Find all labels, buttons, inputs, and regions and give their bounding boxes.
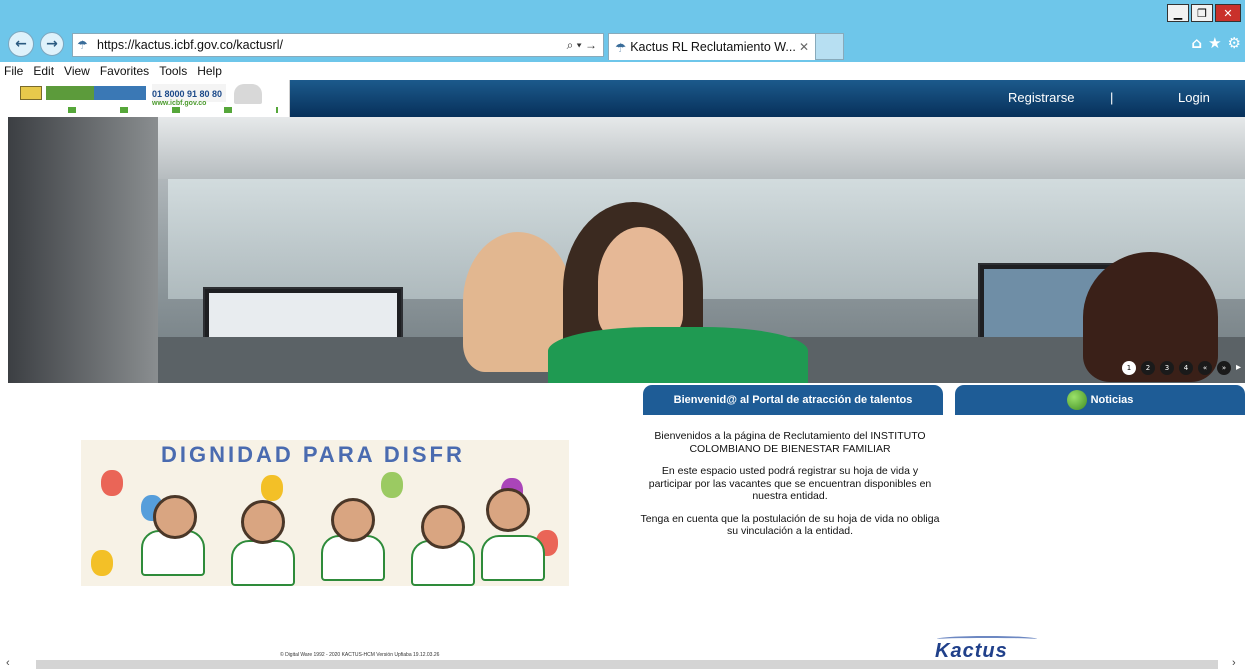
browser-titlebar: ▁ ❐ ✕ ← → ☂ https://kactus.icbf.gov.co/k… (0, 0, 1245, 62)
close-window-button[interactable]: ✕ (1215, 4, 1241, 22)
welcome-paragraph: Bienvenidos a la página de Reclutamiento… (654, 430, 926, 455)
menu-tools[interactable]: Tools (159, 64, 187, 78)
back-button[interactable]: ← (8, 31, 34, 57)
carousel-dot[interactable]: 3 (1159, 361, 1174, 375)
logo-green-block (46, 86, 94, 100)
address-bar[interactable]: ☂ https://kactus.icbf.gov.co/kactusrl/ ⌕… (72, 33, 604, 57)
settings-gear-icon[interactable]: ⚙ (1228, 34, 1241, 52)
logo-web: www.icbf.gov.co (152, 100, 207, 107)
social-links-strip (68, 107, 278, 113)
carousel-dot[interactable]: 2 (1140, 361, 1155, 375)
scroll-right-icon[interactable]: › (1232, 657, 1236, 669)
children-photo: DIGNIDAD PARA DISFR (81, 440, 569, 586)
news-icon (1066, 390, 1087, 410)
welcome-title: Bienvenid@ al Portal de atracción de tal… (673, 394, 913, 406)
kactus-swoosh-icon (937, 636, 1037, 642)
carousel-next-icon[interactable]: ▸ (1236, 361, 1241, 375)
kid-shirt (231, 540, 295, 586)
favorites-star-icon[interactable]: ★ (1208, 34, 1221, 52)
horizontal-scrollbar[interactable]: ‹ › (0, 657, 1245, 669)
news-panel-header[interactable]: Noticias (955, 385, 1245, 415)
carousel-dot[interactable]: 1 (1121, 361, 1136, 375)
address-url[interactable]: https://kactus.icbf.gov.co/kactusrl/ (97, 38, 567, 52)
menu-file[interactable]: File (4, 64, 23, 78)
bienestar-familiar-logo-icon (234, 84, 262, 104)
copyright-text: © Digital Ware 1992 - 2020 KACTUS-HCM Ve… (280, 652, 440, 658)
restore-button[interactable]: ❐ (1191, 4, 1213, 22)
register-link[interactable]: Registrarse (1008, 90, 1074, 105)
kids-banner: DIGNIDAD PARA DISFR (161, 442, 465, 467)
hero-person-vest (548, 327, 808, 383)
icbf-logo-banner[interactable]: 01 8000 91 80 80 www.icbf.gov.co (8, 80, 290, 117)
kid-face (486, 488, 530, 532)
news-title: Noticias (1090, 394, 1134, 406)
menu-bar: File Edit View Favorites Tools Help (0, 62, 1245, 79)
forward-button[interactable]: → (40, 32, 64, 56)
carousel-prev-button[interactable]: « (1197, 361, 1212, 375)
tab-favicon-icon: ☂ (615, 40, 627, 55)
kid-face (421, 505, 465, 549)
scrollbar-thumb[interactable] (36, 660, 1218, 669)
login-link[interactable]: Login (1178, 90, 1210, 105)
minimize-button[interactable]: ▁ (1167, 4, 1189, 22)
kid-face (241, 500, 285, 544)
browser-window: ▁ ❐ ✕ ← → ☂ https://kactus.icbf.gov.co/k… (0, 0, 1245, 669)
tab-title: Kactus RL Reclutamiento W... (630, 40, 796, 54)
tab-close-icon[interactable]: ✕ (799, 40, 809, 54)
welcome-paragraph: En este espacio usted podrá registrar su… (648, 465, 932, 502)
welcome-text: Bienvenidos a la página de Reclutamiento… (640, 430, 940, 548)
menu-favorites[interactable]: Favorites (100, 64, 149, 78)
handprint (381, 472, 403, 498)
hero-person-face (598, 227, 683, 337)
menu-edit[interactable]: Edit (33, 64, 54, 78)
home-icon[interactable]: ⌂ (1191, 34, 1202, 52)
search-go-icon[interactable]: ⌕ ▾ → (567, 38, 603, 53)
menu-help[interactable]: Help (197, 64, 222, 78)
carousel-controls: 1 2 3 4 « » ▸ (1121, 361, 1241, 375)
kid-face (153, 495, 197, 539)
welcome-paragraph: Tenga en cuenta que la postulación de su… (640, 512, 940, 538)
menu-view[interactable]: View (64, 64, 90, 78)
logo-blue-block (94, 86, 146, 100)
handprint (91, 550, 113, 576)
colombia-shield-icon (20, 86, 42, 100)
handprint (101, 470, 123, 496)
hero-photo: 1 2 3 4 « » ▸ (8, 117, 1245, 383)
site-header: 01 8000 91 80 80 www.icbf.gov.co Registr… (8, 80, 1245, 117)
handprint (261, 475, 283, 501)
kid-face (331, 498, 375, 542)
browser-tab[interactable]: ☂ Kactus RL Reclutamiento W... ✕ (608, 33, 816, 60)
browser-tools: ⌂ ★ ⚙ (1191, 34, 1241, 52)
site-icon: ☂ (77, 38, 88, 52)
window-controls: ▁ ❐ ✕ (1167, 4, 1241, 22)
welcome-panel-header: Bienvenid@ al Portal de atracción de tal… (643, 385, 943, 415)
scroll-left-icon[interactable]: ‹ (6, 657, 10, 669)
carousel-dot[interactable]: 4 (1178, 361, 1193, 375)
logo-phone: 01 8000 91 80 80 (152, 89, 223, 99)
hero-ceiling (158, 117, 1245, 179)
carousel-next-fast-button[interactable]: » (1216, 361, 1231, 375)
hero-wall (8, 117, 158, 383)
kids-banner-text: DIGNIDAD PARA DISFR (161, 442, 465, 467)
kid-shirt (481, 535, 545, 581)
new-tab-button[interactable] (816, 33, 844, 60)
header-separator: | (1110, 90, 1114, 105)
